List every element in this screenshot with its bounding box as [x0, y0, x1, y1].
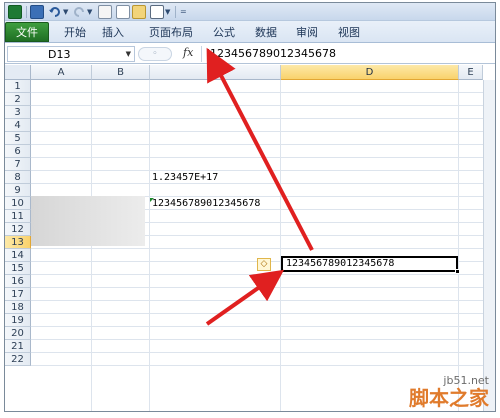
vertical-scrollbar[interactable] [483, 80, 495, 411]
borders-icon[interactable] [150, 5, 164, 19]
cell-c7[interactable]: 1.23457E+17 [152, 171, 218, 184]
gridline [31, 248, 495, 249]
column-header-a[interactable]: A [31, 65, 92, 80]
row-header-10[interactable]: 10 [5, 197, 31, 210]
chevron-down-icon[interactable]: ▼ [126, 50, 131, 58]
row-header-5[interactable]: 5 [5, 132, 31, 145]
gridline [31, 105, 495, 106]
row-header-19[interactable]: 19 [5, 314, 31, 327]
cell-d13[interactable]: 123456789012345678 [281, 256, 460, 274]
formula-bar-resize-handle[interactable]: ◦ [138, 47, 172, 61]
save-icon[interactable] [30, 5, 44, 19]
excel-logo-icon [8, 5, 22, 19]
row-header-8[interactable]: 8 [5, 171, 31, 184]
gridline [31, 144, 495, 145]
name-box[interactable]: D13 ▼ [7, 46, 135, 62]
cell-d13-value: 123456789012345678 [286, 258, 395, 269]
tab-view[interactable]: 视图 [331, 24, 367, 41]
redo-icon[interactable] [72, 5, 86, 19]
row-header-7[interactable]: 7 [5, 158, 31, 171]
blurred-region [31, 196, 145, 246]
gridline [31, 300, 495, 301]
redo-dropdown-icon[interactable]: ▼ [87, 8, 92, 16]
toolbar-divider [175, 6, 176, 18]
gridline [31, 365, 495, 366]
ribbon-tabs: 文件 开始 插入 页面布局 公式 数据 审阅 视图 [5, 21, 495, 43]
gridline [31, 352, 495, 353]
row-header-9[interactable]: 9 [5, 184, 31, 197]
row-header-20[interactable]: 20 [5, 327, 31, 340]
formula-bar-divider [201, 46, 202, 62]
row-header-14[interactable]: 14 [5, 249, 31, 262]
formula-bar: D13 ▼ ◦ fx '123456789012345678 [5, 44, 495, 64]
tab-insert[interactable]: 插入 [95, 24, 131, 41]
cell-c9[interactable]: 123456789012345678 [152, 197, 260, 210]
formula-input[interactable]: '123456789012345678 [207, 47, 336, 60]
gridline [31, 287, 495, 288]
gridline [458, 80, 459, 411]
column-header-c[interactable]: C [150, 65, 281, 80]
gridline [31, 92, 495, 93]
gridline [31, 170, 495, 171]
row-header-13[interactable]: 13 [5, 236, 31, 249]
quick-access-toolbar: ▼ ▼ ▼ = [5, 3, 495, 21]
row-header-11[interactable]: 11 [5, 210, 31, 223]
row-header-1[interactable]: 1 [5, 80, 31, 93]
gridline [149, 80, 150, 411]
row-header-18[interactable]: 18 [5, 301, 31, 314]
column-header-d[interactable]: D [281, 65, 459, 80]
row-header-12[interactable]: 12 [5, 223, 31, 236]
column-header-e[interactable]: E [459, 65, 483, 80]
gridline [280, 80, 281, 411]
tab-data[interactable]: 数据 [248, 24, 284, 41]
gridline [31, 313, 495, 314]
column-header-b[interactable]: B [92, 65, 150, 80]
excel-window: ▼ ▼ ▼ = 文件 开始 插入 页面布局 公式 数据 审阅 视图 D13 ▼ … [4, 2, 496, 412]
watermark-text: 脚本之家 [409, 386, 489, 410]
row-header-2[interactable]: 2 [5, 93, 31, 106]
tab-formulas[interactable]: 公式 [206, 24, 242, 41]
gridline [31, 157, 495, 158]
gridline [31, 118, 495, 119]
gridline [91, 80, 92, 411]
insert-function-button[interactable]: fx [183, 46, 193, 59]
name-box-value: D13 [48, 48, 71, 61]
open-folder-icon[interactable] [132, 5, 146, 19]
undo-dropdown-icon[interactable]: ▼ [63, 8, 68, 16]
row-header-15[interactable]: 15 [5, 262, 31, 275]
error-options-icon[interactable]: ◇ [257, 258, 271, 271]
tab-file[interactable]: 文件 [5, 22, 49, 42]
tab-page-layout[interactable]: 页面布局 [141, 24, 201, 41]
gridline [31, 274, 495, 275]
row-header-16[interactable]: 16 [5, 275, 31, 288]
undo-icon[interactable] [48, 5, 62, 19]
gridline [31, 183, 495, 184]
tab-home[interactable]: 开始 [57, 24, 93, 41]
gridline [31, 339, 495, 340]
select-all-corner[interactable] [5, 65, 31, 80]
row-header-3[interactable]: 3 [5, 106, 31, 119]
borders-dropdown-icon[interactable]: ▼ [165, 8, 170, 16]
fill-handle[interactable] [455, 269, 460, 274]
tab-review[interactable]: 审阅 [289, 24, 325, 41]
row-header-22[interactable]: 22 [5, 353, 31, 366]
row-header-17[interactable]: 17 [5, 288, 31, 301]
toolbar-divider [26, 6, 27, 18]
row-header-6[interactable]: 6 [5, 145, 31, 158]
gridline [31, 131, 495, 132]
new-document-icon[interactable] [116, 5, 130, 19]
watermark: jb51.net 脚本之家 [409, 374, 489, 409]
worksheet-grid[interactable]: A B C D E 1 2 3 4 5 6 7 8 9 10 11 12 13 14 15 16 17 18 19 2… [5, 65, 495, 411]
gridline [31, 326, 495, 327]
row-header-4[interactable]: 4 [5, 119, 31, 132]
print-preview-icon[interactable] [98, 5, 112, 19]
customize-toolbar-icon[interactable]: = [180, 8, 187, 16]
row-header-21[interactable]: 21 [5, 340, 31, 353]
